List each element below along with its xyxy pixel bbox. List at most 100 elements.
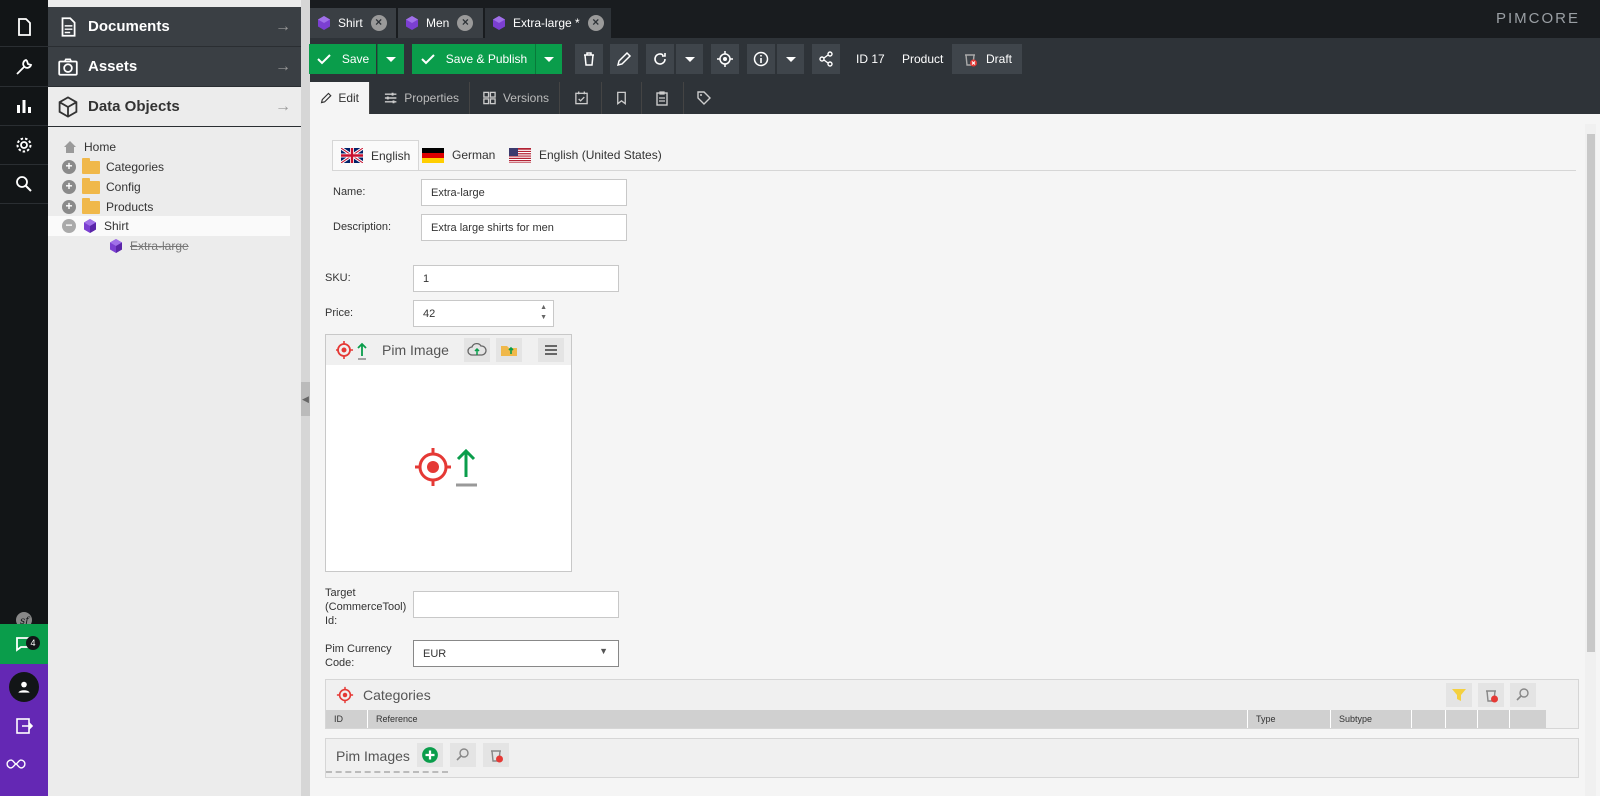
arrow-right-icon[interactable]: → (275, 58, 291, 76)
tab-scheduling[interactable] (562, 82, 602, 114)
clipboard-icon (656, 91, 668, 106)
locate-button[interactable] (711, 44, 739, 74)
upload-cloud-button[interactable] (464, 338, 490, 362)
tab-edit[interactable]: Edit (310, 82, 370, 114)
target-id-field[interactable] (413, 591, 619, 618)
column-header-subtype[interactable]: Subtype (1331, 710, 1412, 728)
info-dropdown-button[interactable] (777, 44, 804, 74)
image-menu-button[interactable] (538, 338, 564, 362)
tree-item-extra-large[interactable]: Extra-large (48, 236, 290, 256)
tree-item-config[interactable]: + Config (48, 177, 290, 197)
reload-button[interactable] (646, 44, 674, 74)
tab-extra-large[interactable]: Extra-large * × (485, 8, 611, 38)
clear-relations-button[interactable] (1478, 683, 1504, 707)
search-icon[interactable] (0, 164, 48, 204)
object-cube-icon (318, 16, 330, 30)
name-field[interactable]: Extra-large (421, 179, 627, 206)
currency-value: EUR (423, 647, 447, 660)
tab-label: Men (426, 16, 450, 30)
wrench-icon[interactable] (0, 47, 48, 87)
price-field[interactable]: 42 ▲ ▼ (413, 300, 554, 327)
file-icon[interactable] (0, 7, 48, 47)
data-objects-accordion[interactable]: Data Objects → (48, 87, 301, 127)
draft-button[interactable]: Draft (952, 44, 1022, 74)
collapse-arrow-icon[interactable]: ◀ (301, 382, 310, 416)
save-button[interactable]: Save (309, 44, 376, 74)
drop-target-upload-icon[interactable] (415, 447, 483, 487)
filter-button[interactable] (1446, 683, 1472, 707)
tree-item-products[interactable]: + Products (48, 197, 290, 217)
logout-icon[interactable] (14, 716, 34, 736)
caret-down-icon (684, 57, 695, 62)
currency-select[interactable]: EUR ▼ (413, 640, 619, 667)
rename-button[interactable] (610, 44, 638, 74)
language-tab-german[interactable]: German (414, 140, 503, 170)
share-icon (819, 51, 833, 67)
tab-men[interactable]: Men × (398, 8, 483, 38)
save-dropdown-button[interactable] (377, 44, 404, 74)
publish-dropdown-button[interactable] (535, 44, 562, 74)
drop-zone-edge (326, 771, 448, 773)
search-relations-button[interactable] (1510, 683, 1536, 707)
tree-item-label: Categories (106, 160, 165, 174)
tab-properties[interactable]: Properties (373, 82, 470, 114)
target-label-line: (CommerceTool) (325, 601, 407, 613)
spinner-arrows-icon[interactable]: ▲ ▼ (540, 303, 547, 323)
language-tab-english[interactable]: English (332, 140, 420, 170)
panel-splitter[interactable]: ◀ (301, 0, 310, 796)
assets-accordion[interactable]: Assets → (48, 47, 301, 87)
tree-item-home[interactable]: Home (48, 137, 290, 157)
tab-shirt[interactable]: Shirt × (310, 8, 396, 38)
info-button[interactable] (747, 44, 775, 74)
pim-image-title: Pim Image (382, 342, 449, 358)
navigation-panel: Documents → Assets → Data Objects → Home… (48, 0, 301, 796)
arrow-right-icon[interactable]: → (275, 98, 291, 116)
search-images-button[interactable] (450, 743, 476, 767)
close-icon[interactable]: × (370, 15, 387, 31)
folder-icon (82, 197, 100, 214)
upload-folder-button[interactable] (496, 338, 522, 362)
documents-accordion[interactable]: Documents → (48, 7, 301, 47)
tab-versions[interactable]: Versions (472, 82, 560, 114)
add-image-button[interactable] (417, 743, 443, 767)
share-button[interactable] (812, 44, 840, 74)
tab-notes[interactable] (642, 82, 684, 114)
tree-item-categories[interactable]: + Categories (48, 157, 290, 177)
column-header-id[interactable]: ID (326, 710, 368, 728)
arrow-right-icon[interactable]: → (275, 18, 291, 36)
tab-versions-label: Versions (502, 91, 549, 105)
sku-field[interactable]: 1 (413, 265, 619, 292)
scrollbar-thumb[interactable] (1587, 134, 1595, 652)
expand-icon[interactable]: + (62, 160, 76, 174)
caret-down-icon (544, 57, 554, 62)
save-publish-button[interactable]: Save & Publish (412, 44, 535, 74)
delete-button[interactable] (575, 44, 603, 74)
chevron-down-icon[interactable]: ▼ (599, 646, 608, 656)
notifications-button[interactable]: 4 (0, 624, 48, 664)
collapse-icon[interactable]: − (62, 219, 76, 233)
column-header-reference[interactable]: Reference (368, 710, 1248, 728)
description-field[interactable]: Extra large shirts for men (421, 214, 627, 241)
chart-icon[interactable] (0, 86, 48, 126)
tab-bookmarks[interactable] (602, 82, 642, 114)
expand-icon[interactable]: + (62, 200, 76, 214)
check-icon (317, 54, 331, 65)
pim-images-title: Pim Images (336, 748, 410, 764)
user-avatar-icon[interactable] (9, 672, 39, 702)
main-nav-bar: sf 4 (0, 0, 48, 796)
clear-images-button[interactable] (483, 743, 509, 767)
language-tabs-divider (332, 170, 1576, 171)
close-icon[interactable]: × (587, 15, 604, 31)
flag-us-icon (509, 147, 531, 163)
language-tab-english-us[interactable]: English (United States) (501, 140, 670, 170)
tree-item-label: Extra-large (130, 239, 189, 253)
expand-icon[interactable]: + (62, 180, 76, 194)
caret-down-icon (386, 57, 396, 62)
gear-icon[interactable] (0, 125, 48, 165)
close-icon[interactable]: × (457, 15, 474, 31)
reload-dropdown-button[interactable] (676, 44, 703, 74)
column-header-type[interactable]: Type (1248, 710, 1331, 728)
target-label: Target (CommerceTool) Id: (325, 586, 406, 628)
tree-item-shirt[interactable]: − Shirt (48, 216, 290, 236)
tab-tags[interactable] (684, 82, 724, 114)
